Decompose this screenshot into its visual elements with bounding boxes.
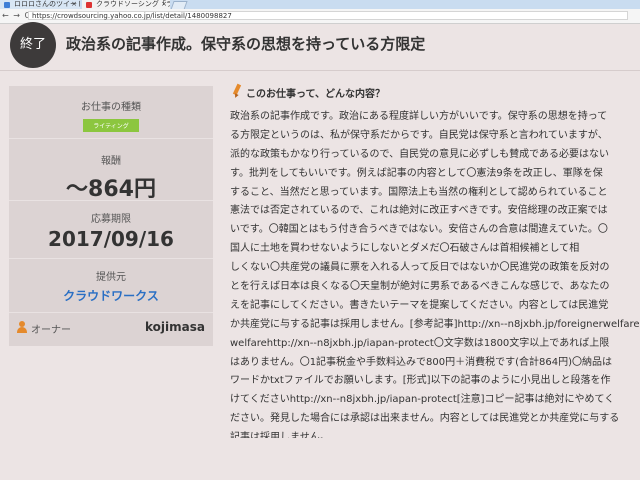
client-label: 提供元	[96, 272, 126, 283]
description-line: 派的な政策もかなり行っているので、自民党の意見に必ずしも賛成である必要はない	[230, 148, 609, 160]
description-line: welfarehttp://xn--n8jxbh.jp/iapan-protec…	[230, 337, 610, 349]
description-line: ださい。発見した場合には承認は出来ません。内容としては民進党とか共産党に与する	[230, 413, 620, 425]
description-line: 政治系の記事作成です。政治にある程度詳しい方がいいです。保守系の思想を持って	[230, 111, 608, 122]
sidebar-divider	[9, 312, 213, 313]
description-line: ワードかtxtファイルでお願いします。[形式]以下の記事のように小見出しと段落を…	[230, 375, 611, 387]
description-line: 憲法では否定されているので、これは絶対に改正すべきです。安倍総理の改正案では	[230, 205, 608, 217]
url-input[interactable]: https://crowdsourcing.yahoo.co.jp/list/d…	[28, 11, 628, 20]
client-section: 提供元 クラウドワークス	[9, 268, 213, 304]
description-line: 国人に土地を買わせないようにしないとダメだ〇石破さんは首相候補として相	[230, 243, 580, 255]
job-info-sidebar: お仕事の種類 ライティング 報酬 ～864円 応募期限 2017/09/16 提…	[9, 86, 213, 346]
client-link[interactable]: クラウドワークス	[9, 287, 213, 304]
description-line: けてくださいhttp://xn--n8jxbh.jp/iapan-protect…	[230, 394, 615, 406]
nav-buttons-icon[interactable]: ← → C	[2, 11, 31, 20]
owner-name[interactable]: kojimasa	[145, 320, 205, 334]
page-title: 政治系の記事作成。保守系の思想を持っている方限定	[66, 35, 426, 53]
status-badge: 終了	[10, 22, 56, 68]
deadline-label: 応募期限	[91, 214, 131, 225]
job-description-heading: このお仕事って、どんな内容？	[232, 83, 640, 100]
twitter-favicon-icon	[4, 2, 10, 8]
sidebar-divider	[9, 138, 213, 139]
user-icon	[17, 321, 27, 333]
deadline-section: 応募期限 2017/09/16	[9, 210, 213, 251]
job-type-section: お仕事の種類 ライティング	[9, 98, 213, 132]
browser-tab-twitter[interactable]: ロロロさんのツイート ×	[0, 0, 80, 9]
description-line: 記事は採用しません。	[230, 432, 330, 438]
owner-label: オーナー	[31, 325, 71, 336]
description-line: すること、当然だと思っています。国際法上も当然の権利として認められていること	[230, 186, 608, 198]
tab-label: ロロロさんのツイート	[14, 0, 80, 8]
description-line: えを記事にしてください。書きたいテーマを提案してください。内容としては民進党	[230, 299, 609, 311]
sidebar-divider	[9, 258, 213, 259]
tab-close-icon[interactable]: ×	[161, 0, 167, 9]
description-line: す。批判をしてもいいです。例えば記事の内容として〇憲法9条を改正し、軍隊を保	[230, 167, 603, 179]
header-divider	[0, 70, 640, 71]
browser-tab-crowdsourcing[interactable]: クラウドソーシング「ラ ×	[82, 0, 170, 9]
tab-close-icon[interactable]: ×	[71, 0, 77, 9]
description-line: か共産党に与する記事は採用しません。[参考記事]http://xn--n8jxb…	[230, 318, 640, 330]
owner-row: オーナー kojimasa	[17, 320, 207, 336]
section-title: このお仕事って、どんな内容？	[246, 89, 385, 100]
yahoo-favicon-icon	[86, 2, 92, 8]
job-description-text: 政治系の記事作成です。政治にある程度詳しい方がいいです。保守系の思想を持って る…	[230, 108, 640, 438]
job-type-tag[interactable]: ライティング	[83, 119, 139, 132]
description-line: しくない〇共産党の議員に票を入れる人って反日ではないか〇民進党の政策を反対の	[230, 262, 610, 274]
deadline-value: 2017/09/16	[48, 227, 174, 251]
reward-section: 報酬 ～864円	[9, 152, 213, 203]
pencil-icon	[232, 83, 242, 99]
job-type-label: お仕事の種類	[81, 102, 141, 113]
reward-value: ～864円	[66, 177, 156, 202]
description-line: いです。〇韓国とはもう付き合うべきではない。安倍さんの合意は間違えていた。〇	[230, 224, 608, 236]
browser-tabbar: ロロロさんのツイート × クラウドソーシング「ラ ×	[0, 0, 640, 9]
sidebar-divider	[9, 200, 213, 201]
description-line: はありません。〇1記事税金や手数料込みで800円＋消費税です(合計864円)〇納…	[230, 356, 613, 368]
description-line: る方限定というのは、私が保守系だからです。自民党は保守系と言われていますが、	[230, 129, 608, 141]
description-line: とを行えば日本は良くなる〇天皇制が絶対に男系であるべきこんな感じで、あなたの	[230, 281, 610, 293]
reward-label: 報酬	[101, 156, 121, 167]
address-bar: ← → C https://crowdsourcing.yahoo.co.jp/…	[0, 9, 640, 24]
tab-label: クラウドソーシング「ラ	[96, 0, 170, 8]
new-tab-button[interactable]	[170, 1, 188, 9]
